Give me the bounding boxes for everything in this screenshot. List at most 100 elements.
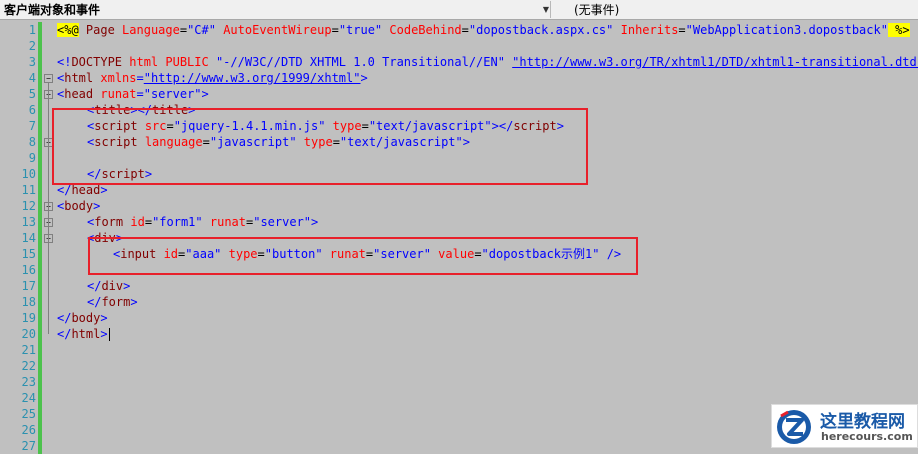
punct: </ <box>87 279 102 293</box>
attr-name: xmlns <box>93 71 137 85</box>
code-line: 3 <!DOCTYPE html PUBLIC "-//W3C//DTD XHT… <box>0 54 918 70</box>
tag-name: form <box>101 295 131 309</box>
punct: > <box>100 327 108 341</box>
line-number: 17 <box>21 279 36 293</box>
change-marker <box>38 150 42 166</box>
tag-name: body <box>71 311 101 325</box>
attr-value: "true" <box>338 23 383 37</box>
punct: > <box>100 183 108 197</box>
line-number: 10 <box>21 167 36 181</box>
code-line: 13 − <form id="form1" runat="server"> <box>0 214 918 230</box>
line-number: 3 <box>28 55 36 69</box>
change-marker <box>38 342 42 358</box>
punct: <! <box>57 55 72 69</box>
code-line: 12 − <body> <box>0 198 918 214</box>
client-objects-dropdown[interactable]: 客户端对象和事件 <box>0 1 551 18</box>
punct: </ <box>57 311 72 325</box>
punct: > <box>360 71 368 85</box>
line-number: 1 <box>28 23 36 37</box>
tag-name: head <box>64 87 94 101</box>
doctype-keyword: DOCTYPE <box>71 55 123 69</box>
line-number: 18 <box>21 295 36 309</box>
change-marker <box>38 358 42 374</box>
directive-keyword: Page <box>78 23 123 37</box>
code-editor[interactable]: 1 <%@ Page Language = "C#" AutoEventWireup… <box>0 20 918 454</box>
line-number: 13 <box>21 215 36 229</box>
attr-value: "WebApplication3.dopostback" <box>685 23 888 37</box>
code-text: </form> <box>87 294 138 310</box>
attr-name: runat <box>93 87 137 101</box>
chevron-down-icon[interactable]: ▼ <box>539 1 553 18</box>
code-text: </body> <box>57 310 108 326</box>
change-marker <box>38 38 42 54</box>
site-logo-icon <box>777 410 811 444</box>
line-number: 6 <box>28 103 36 117</box>
punct: > <box>130 295 138 309</box>
line-number: 9 <box>28 151 36 165</box>
change-marker <box>38 326 42 342</box>
tag-name: body <box>64 199 94 213</box>
code-line: 23 <box>0 374 918 390</box>
attr-name: AutoEventWireup <box>215 23 332 37</box>
punct: </ <box>87 295 102 309</box>
change-marker <box>38 422 42 438</box>
attr-name: runat <box>202 215 246 229</box>
code-line: 4 − <html xmlns="http://www.w3.org/1999/… <box>0 70 918 86</box>
doctype-url-link[interactable]: "http://www.w3.org/TR/xhtml1/DTD/xhtml1-… <box>512 55 918 69</box>
change-marker <box>38 54 42 70</box>
attr-value: "dopostback.aspx.cs" <box>468 23 614 37</box>
change-marker <box>38 374 42 390</box>
tag-name: html <box>71 327 101 341</box>
change-marker <box>38 262 42 278</box>
punct: </ <box>57 327 72 341</box>
code-text: </html> <box>57 326 110 342</box>
line-number: 20 <box>21 327 36 341</box>
attr-value: "server" <box>253 215 312 229</box>
change-marker <box>38 438 42 454</box>
line-number: 2 <box>28 39 36 53</box>
change-marker <box>38 214 42 230</box>
line-number: 27 <box>21 439 36 453</box>
fold-guide-line <box>48 82 49 334</box>
code-line: 18 </form> <box>0 294 918 310</box>
change-marker <box>38 198 42 214</box>
change-marker <box>38 278 42 294</box>
change-marker <box>38 246 42 262</box>
code-line: 17 </div> <box>0 278 918 294</box>
line-number: 24 <box>21 391 36 405</box>
code-line: 5 − <head runat="server"> <box>0 86 918 102</box>
watermark-domain: herecours.com <box>821 430 913 443</box>
text-caret <box>108 328 110 341</box>
line-number: 21 <box>21 343 36 357</box>
change-marker <box>38 86 42 102</box>
attr-name: Inherits <box>613 23 679 37</box>
line-number: 16 <box>21 263 36 277</box>
attr-value: "C#" <box>187 23 216 37</box>
punct: > <box>93 199 101 213</box>
directive-open: <%@ <box>57 23 79 37</box>
events-dropdown[interactable]: (无事件) <box>566 1 918 18</box>
input-highlight-box <box>88 237 638 275</box>
punct: > <box>100 311 108 325</box>
attr-value: "form1" <box>152 215 203 229</box>
tag-name: div <box>101 279 124 293</box>
tag-name: head <box>71 183 101 197</box>
attr-value: "server" <box>143 87 202 101</box>
client-objects-dropdown-label: 客户端对象和事件 <box>4 3 101 17</box>
change-marker <box>38 294 42 310</box>
line-number: 26 <box>21 423 36 437</box>
line-number: 19 <box>21 311 36 325</box>
line-number: 11 <box>21 183 36 197</box>
punct: > <box>201 87 209 101</box>
xmlns-link[interactable]: "http://www.w3.org/1999/xhtml" <box>144 71 361 85</box>
punct: = <box>136 71 144 85</box>
line-number: 12 <box>21 199 36 213</box>
attr-name: CodeBehind <box>382 23 462 37</box>
attr-name: Language <box>122 23 180 37</box>
events-dropdown-label: (无事件) <box>574 3 620 17</box>
attr-name: id <box>123 215 145 229</box>
code-line: 19 </body> <box>0 310 918 326</box>
change-marker <box>38 182 42 198</box>
change-marker <box>38 406 42 422</box>
code-line: 22 <box>0 358 918 374</box>
